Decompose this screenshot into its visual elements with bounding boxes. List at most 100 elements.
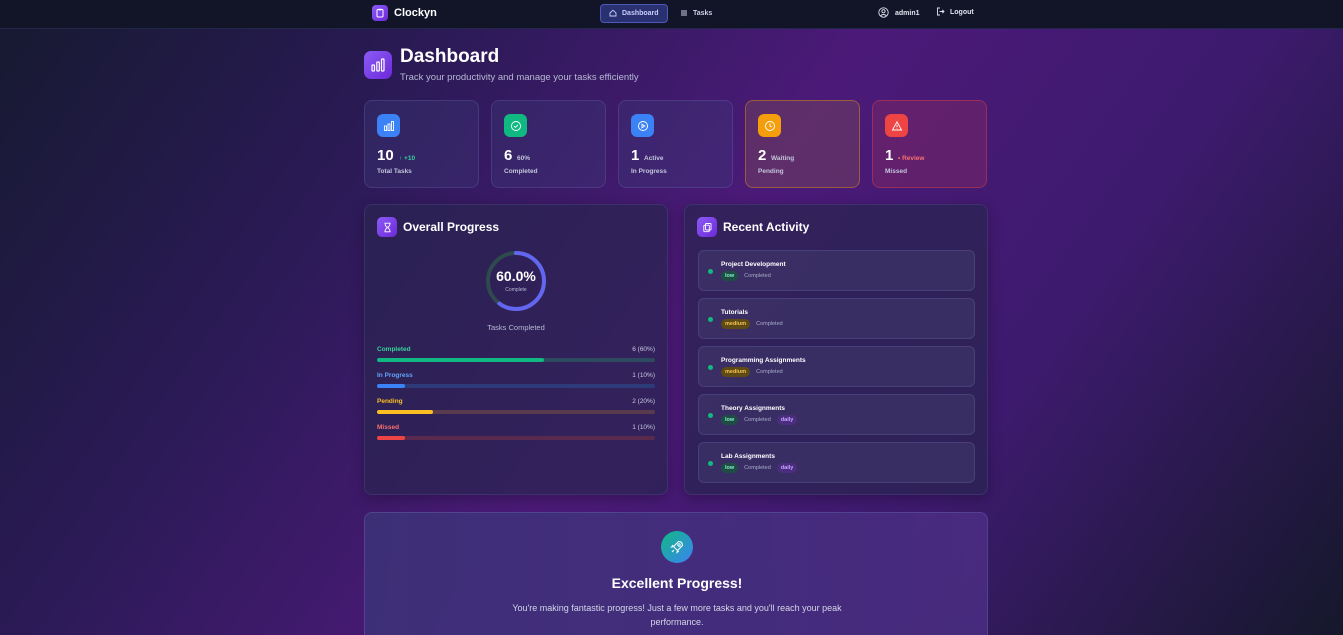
activity-title: Project Development	[721, 261, 786, 268]
cta-title: Excellent Progress!	[611, 575, 743, 591]
panel-header: Overall Progress	[377, 217, 499, 237]
recurrence-badge: daily	[776, 463, 798, 473]
activity-status: Completed	[744, 273, 771, 279]
brand-name: Clockyn	[394, 7, 437, 19]
activity-title: Lab Assignments	[721, 453, 775, 460]
progress-track	[377, 384, 655, 388]
priority-badge: medium	[721, 319, 751, 329]
clipboard-icon	[372, 5, 388, 21]
progress-fill	[377, 410, 433, 414]
activity-meta: low Completed	[721, 271, 771, 281]
activity-status: Completed	[756, 369, 783, 375]
cta-text: You're making fantastic progress! Just a…	[512, 603, 842, 627]
priority-badge: low	[721, 415, 739, 425]
stat-extra: • Review	[898, 155, 925, 162]
progress-value: 2 (20%)	[632, 398, 655, 405]
priority-badge: low	[721, 463, 739, 473]
logout-label: Logout	[950, 9, 974, 16]
activity-item[interactable]: Theory Assignments low Completed daily	[698, 394, 975, 435]
home-icon	[609, 9, 617, 19]
stat-value: 1	[631, 147, 640, 164]
progress-track	[377, 410, 655, 414]
stat-card-pending[interactable]: 2 Waiting Pending	[745, 100, 860, 188]
bar-chart-icon	[377, 114, 400, 137]
progress-value: 1 (10%)	[632, 372, 655, 379]
status-dot	[708, 269, 713, 274]
progress-label: Completed	[377, 346, 411, 353]
stat-label: In Progress	[631, 168, 667, 175]
nav-tasks-button[interactable]: Tasks	[672, 4, 720, 23]
play-circle-icon	[631, 114, 654, 137]
user-menu[interactable]: admin1	[878, 7, 920, 20]
motivation-card: Excellent Progress! You're making fantas…	[364, 512, 988, 635]
stat-value: 2	[758, 147, 767, 164]
rocket-icon	[661, 531, 693, 563]
nav-dashboard-button[interactable]: Dashboard	[600, 4, 668, 23]
progress-label: Pending	[377, 398, 403, 405]
hourglass-icon	[377, 217, 397, 237]
stat-label: Missed	[885, 168, 908, 175]
list-icon	[680, 9, 688, 19]
overall-progress-panel: Overall Progress 60.0% Complete Tasks Co…	[364, 204, 668, 495]
stat-extra: 60%	[517, 155, 531, 162]
stat-value: 10	[377, 147, 394, 164]
panel-title: Recent Activity	[723, 220, 810, 234]
stat-extra: Waiting	[771, 155, 795, 162]
activity-item[interactable]: Project Development low Completed	[698, 250, 975, 291]
brand[interactable]: Clockyn	[372, 5, 437, 21]
recurrence-badge: daily	[776, 415, 798, 425]
logout-button[interactable]: Logout	[936, 7, 974, 18]
stat-card-missed[interactable]: 1 • Review Missed	[872, 100, 987, 188]
logout-icon	[936, 7, 945, 18]
activity-title: Tutorials	[721, 309, 748, 316]
activity-title: Theory Assignments	[721, 405, 786, 412]
nav-dashboard-label: Dashboard	[622, 10, 659, 17]
activity-status: Completed	[756, 321, 783, 327]
user-icon	[878, 7, 889, 20]
stat-label: Total Tasks	[377, 168, 412, 175]
activity-meta: medium Completed	[721, 319, 783, 329]
check-circle-icon	[504, 114, 527, 137]
progress-value: 6 (60%)	[632, 346, 655, 353]
donut-percent: 60.0%	[496, 268, 536, 284]
stat-card-total[interactable]: 10 ↑ +10 Total Tasks	[364, 100, 479, 188]
recent-activity-panel: Recent Activity Project Development low …	[684, 204, 988, 495]
status-dot	[708, 461, 713, 466]
activity-item[interactable]: Tutorials medium Completed	[698, 298, 975, 339]
page-subtitle: Track your productivity and manage your …	[400, 72, 639, 83]
stat-trend: ↑ +10	[399, 155, 416, 162]
activity-meta: low Completed daily	[721, 415, 798, 425]
progress-label: Missed	[377, 424, 400, 431]
progress-fill	[377, 436, 405, 440]
progress-value: 1 (10%)	[632, 424, 655, 431]
status-dot	[708, 413, 713, 418]
stat-label: Pending	[758, 168, 784, 175]
bar-chart-icon	[364, 51, 392, 79]
status-dot	[708, 365, 713, 370]
progress-fill	[377, 384, 405, 388]
stat-card-completed[interactable]: 6 60% Completed	[491, 100, 606, 188]
nav-tasks-label: Tasks	[693, 10, 713, 17]
activity-item[interactable]: Lab Assignments low Completed daily	[698, 442, 975, 483]
panel-header: Recent Activity	[697, 217, 809, 237]
donut-caption: Tasks Completed	[487, 323, 545, 332]
progress-track	[377, 436, 655, 440]
username: admin1	[895, 10, 920, 17]
activity-title: Programming Assignments	[721, 357, 806, 364]
copy-icon	[697, 217, 717, 237]
stat-card-in-progress[interactable]: 1 Active In Progress	[618, 100, 733, 188]
activity-status: Completed	[744, 417, 771, 423]
clock-icon	[758, 114, 781, 137]
top-navbar: Clockyn Dashboard Tasks admin1 Logout	[0, 0, 1343, 29]
stat-label: Completed	[504, 168, 538, 175]
warning-triangle-icon	[885, 114, 908, 137]
activity-meta: medium Completed	[721, 367, 783, 377]
status-dot	[708, 317, 713, 322]
progress-label: In Progress	[377, 372, 413, 379]
activity-status: Completed	[744, 465, 771, 471]
panel-title: Overall Progress	[403, 220, 500, 234]
progress-fill	[377, 358, 544, 362]
activity-item[interactable]: Programming Assignments medium Completed	[698, 346, 975, 387]
stat-value: 1	[885, 147, 894, 164]
progress-donut: 60.0% Complete	[485, 250, 547, 312]
